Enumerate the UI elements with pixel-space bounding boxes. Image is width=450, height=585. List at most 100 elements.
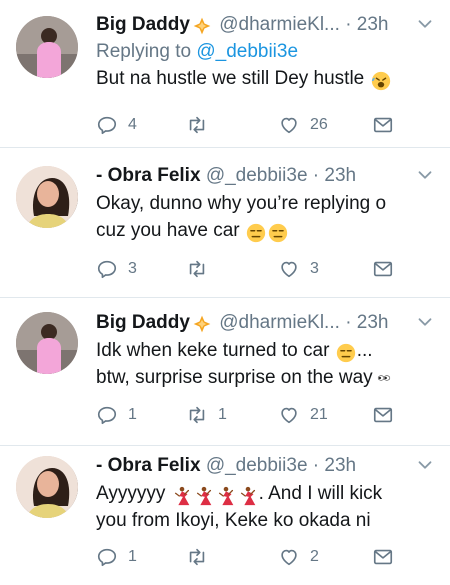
user-handle[interactable]: @dharmieKl... — [219, 312, 340, 333]
reply-count: 1 — [128, 548, 137, 565]
tweet-header: Big Daddy @dharmieKl... · 23h — [96, 13, 436, 39]
reply-icon — [96, 404, 118, 426]
avatar-image — [16, 16, 78, 78]
tweet-actions: 1 1 21 — [96, 404, 436, 428]
tweet-text-line: btw, surprise surprise on the way — [96, 367, 373, 388]
retweet-button[interactable] — [186, 546, 218, 568]
direct-message-button[interactable] — [372, 546, 394, 568]
reply-button[interactable]: 3 — [96, 258, 137, 280]
retweet-icon — [186, 114, 208, 136]
avatar[interactable] — [16, 456, 78, 518]
tweet-text-line-2: cuz you have car — [96, 217, 436, 244]
timestamp[interactable]: 23h — [324, 455, 356, 476]
heart-icon — [278, 404, 300, 426]
dancer-emoji-icon — [171, 485, 193, 507]
like-button[interactable]: 21 — [278, 404, 328, 426]
tweet-text-line-2: btw, surprise surprise on the way — [96, 364, 436, 391]
verified-badge-icon — [192, 314, 212, 334]
display-name[interactable]: - Obra Felix — [96, 455, 201, 476]
dancer-emoji-icon — [193, 485, 215, 507]
unamused-face-emoji-icon — [335, 342, 357, 364]
like-count: 3 — [310, 260, 319, 277]
timestamp[interactable]: 23h — [357, 312, 389, 333]
reply-icon — [96, 546, 118, 568]
dancer-emoji-icon — [215, 485, 237, 507]
retweet-icon — [186, 404, 208, 426]
display-name[interactable]: Big Daddy — [96, 312, 190, 333]
tweet-actions: 1 2 — [96, 546, 436, 570]
retweet-button[interactable]: 1 — [186, 404, 227, 426]
display-name[interactable]: Big Daddy — [96, 14, 190, 35]
direct-message-button[interactable] — [372, 404, 394, 426]
avatar[interactable] — [16, 312, 78, 374]
avatar[interactable] — [16, 16, 78, 78]
tweet-text: Okay, dunno why you’re replying o cuz yo… — [96, 190, 436, 244]
reply-icon — [96, 258, 118, 280]
chevron-down-icon[interactable] — [414, 311, 436, 333]
separator-dot: · — [345, 312, 352, 333]
envelope-icon — [372, 258, 394, 280]
reply-icon — [96, 114, 118, 136]
direct-message-button[interactable] — [372, 114, 394, 136]
like-count: 2 — [310, 548, 319, 565]
tweet-actions: 4 26 — [96, 114, 436, 138]
user-handle[interactable]: @_debbii3e — [206, 165, 308, 186]
tweet[interactable]: Big Daddy @dharmieKl... · 23h Idk when k… — [0, 298, 450, 446]
chevron-down-icon[interactable] — [414, 13, 436, 35]
tweet-text: Ayyyyyy . And I will kick you from Ikoyi… — [96, 480, 436, 534]
user-handle[interactable]: @_debbii3e — [206, 455, 308, 476]
reply-button[interactable]: 1 — [96, 546, 137, 568]
retweet-button[interactable] — [186, 114, 218, 136]
avatar-image — [16, 166, 78, 228]
tweet[interactable]: Big Daddy @dharmieKl... · 23h Replying t… — [0, 0, 450, 148]
tweet-header: - Obra Felix @_debbii3e · 23h — [96, 454, 436, 480]
direct-message-button[interactable] — [372, 258, 394, 280]
reply-count: 1 — [128, 406, 137, 423]
reply-count: 3 — [128, 260, 137, 277]
heart-icon — [278, 258, 300, 280]
tweet-text-content: But na hustle we still Dey hustle — [96, 68, 365, 89]
replying-to: Replying to @_debbii3e — [96, 39, 436, 65]
like-button[interactable]: 3 — [278, 258, 319, 280]
tweet-text: But na hustle we still Dey hustle — [96, 65, 436, 92]
tweet-text-line: Ayyyyyy — [96, 483, 166, 504]
user-handle[interactable]: @dharmieKl... — [219, 14, 340, 35]
separator-dot: · — [345, 14, 352, 35]
tweet[interactable]: - Obra Felix @_debbii3e · 23h Ayyyyyy . … — [0, 446, 450, 585]
reply-button[interactable]: 1 — [96, 404, 137, 426]
tweet-text-ellipsis: ... — [356, 340, 373, 361]
heart-icon — [278, 114, 300, 136]
envelope-icon — [372, 114, 394, 136]
tired-face-emoji-icon — [370, 70, 392, 92]
reply-mention-link[interactable]: @_debbii3e — [196, 41, 298, 62]
timestamp[interactable]: 23h — [324, 165, 356, 186]
separator-dot: · — [312, 165, 320, 186]
tweet-text-line-1: Ayyyyyy . And I will kick — [96, 480, 436, 507]
display-name[interactable]: - Obra Felix — [96, 165, 201, 186]
avatar[interactable] — [16, 166, 78, 228]
like-button[interactable]: 26 — [278, 114, 328, 136]
timestamp[interactable]: 23h — [357, 14, 389, 35]
reply-button[interactable]: 4 — [96, 114, 137, 136]
envelope-icon — [372, 404, 394, 426]
tweet-text-line-1: Idk when keke turned to car ... — [96, 337, 436, 364]
like-button[interactable]: 2 — [278, 546, 319, 568]
like-count: 26 — [310, 116, 328, 133]
tweet-text-line: Okay, dunno why you’re replying o — [96, 193, 387, 214]
separator-dot: · — [312, 455, 320, 476]
retweet-icon — [186, 546, 208, 568]
retweet-button[interactable] — [186, 258, 218, 280]
like-count: 21 — [310, 406, 328, 423]
tweet-text-line: Idk when keke turned to car — [96, 340, 330, 361]
retweet-icon — [186, 258, 208, 280]
tweet[interactable]: - Obra Felix @_debbii3e · 23h Okay, dunn… — [0, 148, 450, 298]
tweet-text-line: you from Ikoyi, Keke ko okada ni — [96, 510, 371, 531]
tweet-header: - Obra Felix @_debbii3e · 23h — [96, 164, 436, 190]
chevron-down-icon[interactable] — [414, 454, 436, 476]
heart-icon — [278, 546, 300, 568]
retweet-count: 1 — [218, 406, 227, 423]
unamused-face-emoji-icon — [245, 222, 267, 244]
tweet-text-line: . And I will kick — [258, 483, 383, 504]
tweet-actions: 3 3 — [96, 258, 436, 282]
chevron-down-icon[interactable] — [414, 164, 436, 186]
